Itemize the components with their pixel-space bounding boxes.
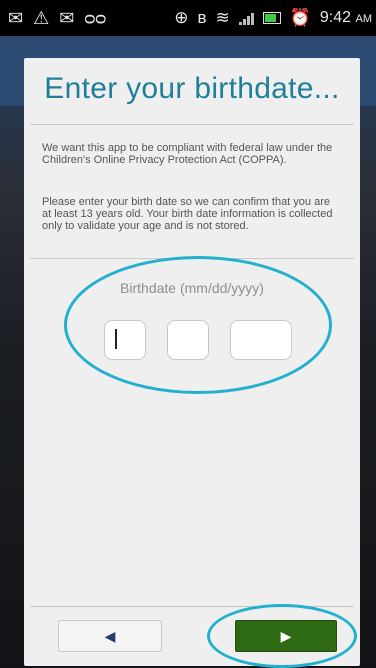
back-button[interactable]: ◀ bbox=[58, 620, 162, 652]
text-cursor bbox=[115, 329, 117, 349]
back-arrow-icon: ◀ bbox=[104, 627, 116, 644]
birth-year-input[interactable] bbox=[230, 320, 292, 360]
battery-icon bbox=[262, 12, 281, 24]
email-icon: ✉ bbox=[59, 8, 75, 28]
birthdate-dialog: Enter your birthdate... We want this app… bbox=[24, 58, 360, 666]
divider bbox=[30, 606, 354, 607]
birthdate-purpose-notice: Please enter your birth date so we can c… bbox=[42, 196, 333, 232]
email-icon: ✉ bbox=[8, 8, 24, 28]
divider bbox=[30, 124, 354, 125]
next-button[interactable]: ▶ bbox=[235, 620, 337, 652]
gps-icon: ⊕ bbox=[174, 8, 189, 27]
next-arrow-icon: ▶ bbox=[280, 627, 292, 644]
birth-day-input[interactable] bbox=[167, 320, 209, 360]
divider bbox=[30, 258, 354, 259]
warning-icon: ⚠ bbox=[33, 8, 50, 28]
alarm-icon: ⏰ bbox=[289, 8, 311, 27]
dialog-title: Enter your birthdate... bbox=[44, 72, 340, 105]
wifi-icon: ≋ bbox=[215, 8, 230, 27]
bluetooth-icon: ʙ bbox=[197, 8, 207, 27]
signal-icon bbox=[238, 11, 254, 25]
voicemail-icon: ᴑᴑ bbox=[84, 8, 107, 28]
status-bar-system: ⊕ ʙ ≋ ⏰ 9:42 AM bbox=[174, 8, 372, 28]
status-bar-notifications: ✉ ⚠ ✉ ᴑᴑ bbox=[8, 8, 106, 29]
coppa-notice: We want this app to be compliant with fe… bbox=[42, 142, 333, 166]
birthdate-label: Birthdate (mm/dd/yyyy) bbox=[120, 280, 264, 296]
clock: 9:42 AM bbox=[319, 9, 372, 26]
birth-month-input[interactable] bbox=[104, 320, 146, 360]
status-bar: ✉ ⚠ ✉ ᴑᴑ ⊕ ʙ ≋ ⏰ 9:42 AM bbox=[0, 0, 376, 36]
